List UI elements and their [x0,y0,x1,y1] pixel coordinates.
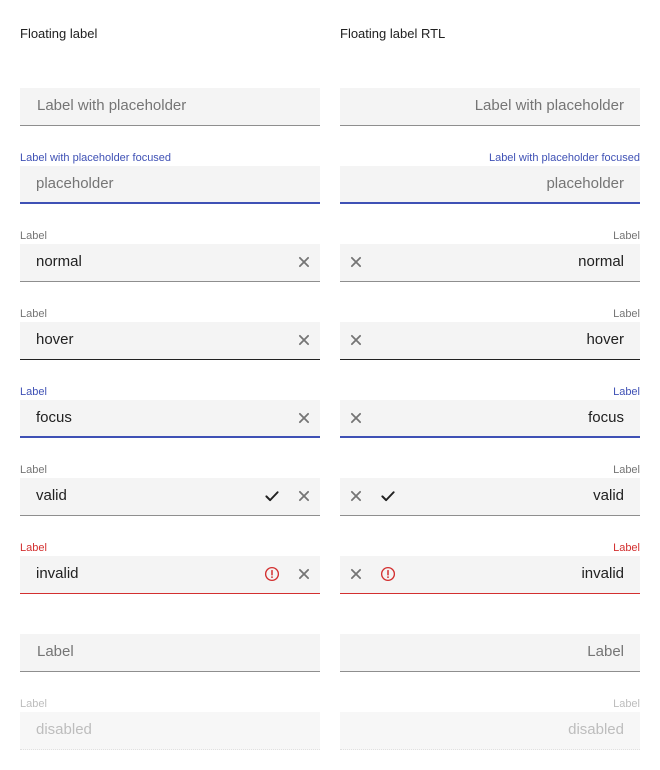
clear-icon[interactable] [347,565,365,583]
hover-value: hover [36,331,74,348]
clear-icon[interactable] [295,409,313,427]
normal-field[interactable]: normal [20,244,320,282]
clear-icon[interactable] [347,487,365,505]
invalid-value-rtl: invalid [581,565,624,582]
valid-value-rtl: valid [593,487,624,504]
invalid-value: invalid [36,565,79,582]
invalid-label: Label [20,542,47,554]
normal-value: normal [36,253,82,270]
clear-icon[interactable] [295,565,313,583]
valid-label-rtl: Label [613,464,640,476]
check-icon [263,487,281,505]
placeholder-focused-label-rtl: Label with placeholder focused [488,152,640,164]
clear-icon[interactable] [295,253,313,271]
valid-field-rtl[interactable]: valid [340,478,640,516]
placeholder-field-label-rtl: Label with placeholder [474,97,624,114]
placeholder-focused-field-rtl[interactable]: placeholder [340,166,640,204]
disabled-value-rtl: disabled [568,721,624,738]
focus-value: focus [36,409,72,426]
clear-icon[interactable] [347,409,365,427]
placeholder-field[interactable]: Label with placeholder [20,88,320,126]
empty-field-label-rtl: Label [587,643,624,660]
clear-icon[interactable] [295,487,313,505]
focus-label: Label [20,386,47,398]
empty-field-rtl[interactable]: Label [340,634,640,672]
error-icon [263,565,281,583]
hover-value-rtl: hover [586,331,624,348]
clear-icon[interactable] [347,253,365,271]
clear-icon[interactable] [295,331,313,349]
empty-field[interactable]: Label [20,634,320,672]
disabled-label-rtl: Label [613,698,640,710]
disabled-field: disabled [20,712,320,750]
normal-value-rtl: normal [578,253,624,270]
normal-field-rtl[interactable]: normal [340,244,640,282]
focus-field[interactable]: focus [20,400,320,438]
placeholder-focused-placeholder: placeholder [36,175,114,192]
check-icon [379,487,397,505]
disabled-field-rtl: disabled [340,712,640,750]
clear-icon[interactable] [347,331,365,349]
invalid-field[interactable]: invalid [20,556,320,594]
rtl-heading: Floating label RTL [340,26,446,41]
valid-value: valid [36,487,67,504]
empty-field-label: Label [37,643,74,660]
invalid-field-rtl[interactable]: invalid [340,556,640,594]
hover-field[interactable]: hover [20,322,320,360]
placeholder-focused-field[interactable]: placeholder [20,166,320,204]
error-icon [379,565,397,583]
valid-label: Label [20,464,47,476]
disabled-label: Label [20,698,47,710]
hover-label: Label [20,308,47,320]
focus-value-rtl: focus [588,409,624,426]
normal-label: Label [20,230,47,242]
placeholder-field-rtl[interactable]: Label with placeholder [340,88,640,126]
focus-label-rtl: Label [613,386,640,398]
placeholder-focused-placeholder-rtl: placeholder [546,175,624,192]
hover-label-rtl: Label [613,308,640,320]
invalid-label-rtl: Label [613,542,640,554]
placeholder-field-label: Label with placeholder [37,97,187,114]
disabled-value: disabled [36,721,92,738]
focus-field-rtl[interactable]: focus [340,400,640,438]
normal-label-rtl: Label [613,230,640,242]
placeholder-focused-label: Label with placeholder focused [20,152,172,164]
valid-field[interactable]: valid [20,478,320,516]
ltr-heading: Floating label [20,26,98,41]
hover-field-rtl[interactable]: hover [340,322,640,360]
